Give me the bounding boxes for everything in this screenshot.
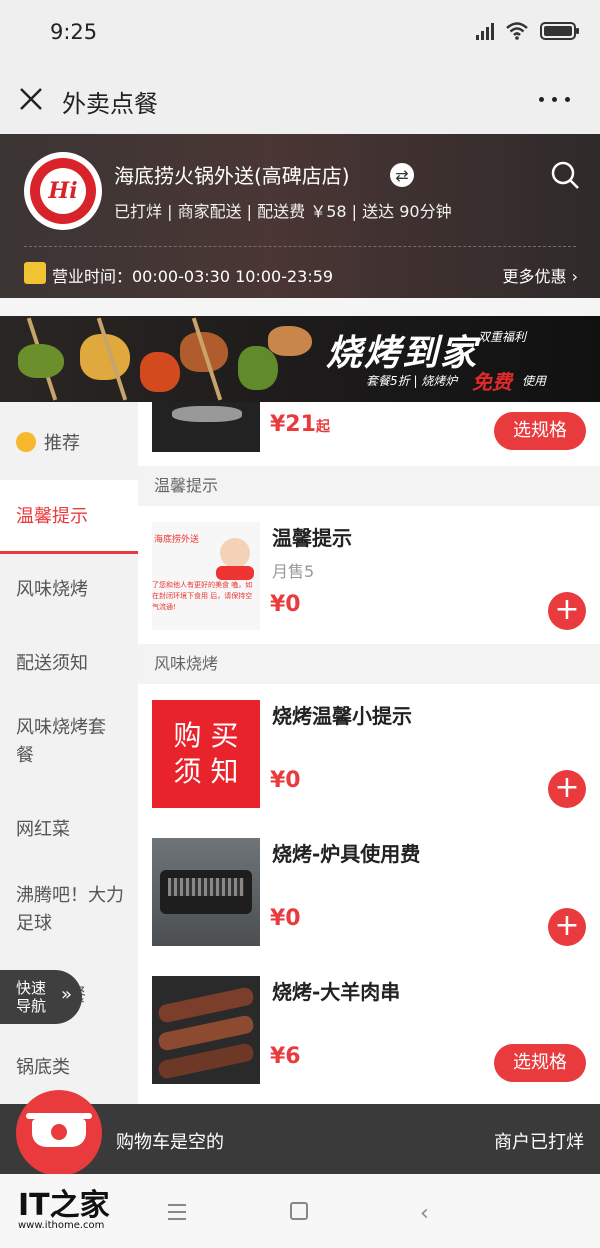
search-icon[interactable]	[550, 160, 580, 190]
item-name: 烧烤-大羊肉串	[272, 980, 401, 1004]
item-image	[152, 838, 260, 946]
page-title: 外卖点餐	[62, 90, 158, 118]
sidebar-item-recommend[interactable]: 推荐	[0, 430, 138, 458]
select-spec-button[interactable]: 选规格	[494, 412, 586, 450]
sidebar-item-delivery-notice[interactable]: 配送须知	[0, 650, 138, 678]
ithome-watermark: IT之家 www.ithome.com	[18, 1180, 110, 1231]
item-image-text: 了您和他人有更好的美食 嗑，如在封闭环境下食用 后，请保持空气流通!	[152, 581, 253, 611]
cart-pot-icon[interactable]	[16, 1090, 102, 1176]
banner-use: 使用	[522, 374, 547, 388]
add-to-cart-button[interactable]: +	[548, 908, 586, 946]
home-icon[interactable]	[290, 1202, 308, 1220]
merchant-status: 商户已打烊	[494, 1132, 584, 1153]
sidebar-item-bbq-set[interactable]: 风味烧烤套餐	[0, 714, 122, 770]
more-deals-link[interactable]: 更多优惠 ›	[503, 263, 579, 287]
banner-subtitle: 双重福利	[478, 330, 527, 344]
item-name: 烧烤-炉具使用费	[272, 842, 421, 866]
watermark-url: www.ithome.com	[18, 1220, 105, 1231]
banner-free: 免费	[472, 370, 512, 394]
sidebar-item-bbq[interactable]: 风味烧烤	[0, 576, 138, 604]
back-icon[interactable]: ‹	[420, 1201, 429, 1226]
sidebar-item-label: 配送须知	[16, 653, 88, 674]
sidebar-item-label: 风味烧烤套餐	[16, 717, 106, 766]
store-name[interactable]: 海底捞火锅外送(高碑店店)	[114, 160, 350, 189]
add-to-cart-button[interactable]: +	[548, 592, 586, 630]
signal-icon	[476, 22, 494, 40]
thumbs-up-icon	[16, 432, 36, 452]
item-price: ¥6	[270, 1044, 301, 1069]
item-monthly-sales: 月售5	[272, 562, 315, 581]
sidebar-item-tips[interactable]: 温馨提示	[0, 480, 138, 554]
title-bar: 外卖点餐	[0, 64, 600, 134]
status-icons	[476, 22, 579, 40]
item-image-brand: 海底捞外送	[154, 535, 200, 545]
sidebar-item-label: 沸腾吧！大力足球	[16, 885, 124, 934]
sidebar-item-label: 网红菜	[16, 819, 70, 840]
item-image	[152, 402, 260, 452]
menu-icon[interactable]	[168, 1204, 186, 1225]
switch-store-icon[interactable]: ⇄	[390, 163, 414, 187]
cart-empty-text: 购物车是空的	[116, 1132, 224, 1153]
price-suffix: 起	[315, 419, 330, 435]
store-logo-text: Hi	[40, 168, 86, 214]
item-image	[152, 976, 260, 1084]
store-logo: Hi	[24, 152, 102, 230]
section-header: 风味烧烤	[138, 644, 600, 684]
store-info: 已打烊 | 商家配送 | 配送费 ￥58 | 送达 90分钟	[114, 202, 452, 221]
item-image-text: 购 买 须 知	[173, 719, 239, 788]
item-name: 烧烤温馨小提示	[272, 704, 412, 728]
item-image: 海底捞外送 了您和他人有更好的美食 嗑，如在封闭环境下食用 后，请保持空气流通!	[152, 522, 260, 630]
system-nav-bar: IT之家 www.ithome.com ‹	[0, 1174, 600, 1248]
sidebar-item-label: 推荐	[44, 433, 80, 454]
business-hours: 营业时间：00:00-03:30 10:00-23:59	[52, 267, 334, 286]
sidebar-item-trending[interactable]: 网红菜	[0, 816, 138, 844]
sidebar-item-label: 风味烧烤	[16, 579, 88, 600]
watermark-mark: IT之家	[18, 1188, 110, 1223]
banner-line: 套餐5折 | 烧烤炉	[366, 374, 458, 388]
chevron-right-icon: »	[60, 984, 72, 1005]
store-header: Hi 海底捞火锅外送(高碑店店) ⇄ 已打烊 | 商家配送 | 配送费 ￥58 …	[0, 134, 600, 298]
divider	[24, 246, 576, 247]
banner-title: 烧烤到家	[326, 333, 479, 374]
quick-nav-label: 快速导航	[16, 979, 47, 1015]
battery-icon	[540, 22, 579, 40]
promo-banner[interactable]: 烧烤到家 双重福利 套餐5折 | 烧烤炉 免费 使用	[0, 316, 600, 402]
speaker-icon	[24, 262, 46, 284]
item-image: 购 买 须 知	[152, 700, 260, 808]
quick-nav-button[interactable]: 快速导航 »	[0, 970, 82, 1024]
wifi-icon	[506, 22, 528, 40]
item-price: ¥0	[270, 906, 301, 931]
sidebar-item-football[interactable]: 沸腾吧！大力足球	[0, 882, 126, 938]
item-name: 温馨提示	[272, 526, 352, 550]
close-icon[interactable]	[18, 86, 44, 112]
add-to-cart-button[interactable]: +	[548, 770, 586, 808]
item-price: ¥0	[270, 768, 301, 793]
status-time: 9:25	[50, 20, 98, 44]
more-options-icon[interactable]	[539, 97, 570, 102]
item-price: ¥21起	[270, 412, 330, 437]
item-price: ¥0	[270, 592, 301, 617]
status-bar: 9:25	[0, 0, 600, 64]
sidebar-item-label: 锅底类	[16, 1057, 70, 1078]
select-spec-button[interactable]: 选规格	[494, 1044, 586, 1082]
section-header: 温馨提示	[138, 466, 600, 506]
sidebar-item-label: 温馨提示	[16, 506, 88, 527]
menu-list: ¥21起 选规格 温馨提示 海底捞外送 了您和他人有更好的美食 嗑，如在封闭环境…	[138, 402, 600, 1104]
sidebar-item-soup-base[interactable]: 锅底类	[0, 1054, 138, 1082]
